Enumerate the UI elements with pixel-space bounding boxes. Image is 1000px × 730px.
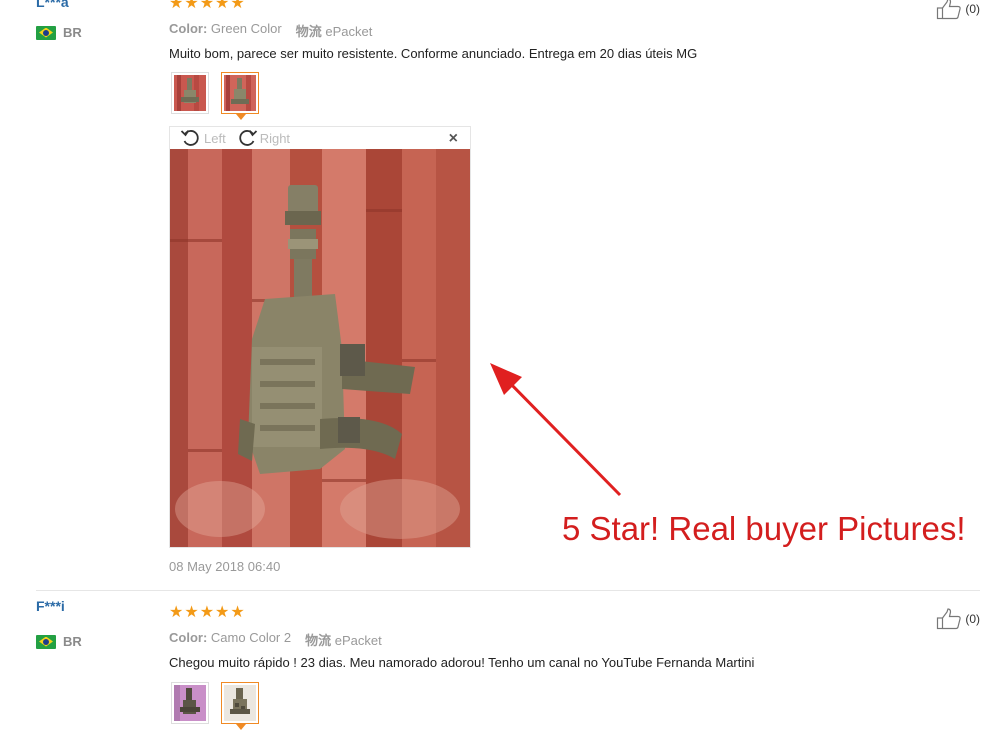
- close-viewer-button[interactable]: ×: [449, 130, 458, 148]
- star-icon: ★: [215, 604, 230, 621]
- rotate-left-label: Left: [204, 130, 226, 146]
- holster-photo-thumb: [174, 75, 206, 111]
- shipping-value: ePacket: [325, 24, 373, 39]
- reviewer-country: BR: [36, 25, 82, 40]
- star-icon: ★: [199, 0, 215, 12]
- photo-viewer: Left Right ×: [169, 126, 471, 548]
- rotate-left-button[interactable]: Left: [180, 128, 226, 148]
- reviewer-name[interactable]: L***a: [36, 0, 69, 10]
- reviewer-name[interactable]: F***i: [36, 598, 65, 614]
- red-arrow-annotation: [490, 363, 622, 497]
- shipping-label: 物流: [295, 24, 322, 39]
- reviewer-country: BR: [36, 634, 82, 649]
- review-comment: Chegou muito rápido ! 23 dias. Meu namor…: [169, 655, 755, 670]
- review-meta: Color: Camo Color 2 物流 ePacket: [169, 630, 382, 649]
- review-meta: Color: Green Color 物流 ePacket: [169, 21, 372, 40]
- helpful-count: (0): [965, 2, 980, 16]
- rotate-right-icon: [239, 130, 257, 146]
- star-icon: ★: [184, 0, 199, 12]
- holster-photo-thumb: [224, 685, 256, 721]
- shipping-value: ePacket: [334, 633, 382, 648]
- rotate-right-label: Right: [259, 130, 291, 146]
- star-rating: ★ ★ ★ ★ ★: [169, 605, 245, 621]
- helpful-count: (0): [965, 612, 980, 626]
- thumbs-up-icon: [937, 608, 962, 630]
- brazil-flag-icon: [36, 25, 56, 40]
- photo-thumbnail[interactable]: [171, 72, 209, 114]
- promo-annotation-text: 5 Star! Real buyer Pictures!: [562, 510, 966, 547]
- thumbs-up-icon: [937, 0, 962, 20]
- rotate-right-button[interactable]: Right: [236, 128, 290, 148]
- country-code: BR: [63, 634, 82, 649]
- country-code: BR: [63, 25, 82, 40]
- holster-photo-thumb: [224, 75, 256, 111]
- star-icon: ★: [199, 604, 215, 621]
- review-photo-thumbnails: [171, 72, 259, 120]
- photo-thumbnail-active[interactable]: [221, 682, 259, 730]
- star-icon: ★: [169, 604, 184, 621]
- holster-photo-thumb: [174, 685, 206, 721]
- color-label: Color:: [169, 21, 208, 36]
- helpful-button[interactable]: (0): [936, 0, 980, 20]
- shipping-label: 物流: [305, 633, 332, 648]
- star-icon: ★: [184, 604, 199, 621]
- review-photo-large: [170, 149, 470, 547]
- color-value: Camo Color 2: [210, 630, 292, 645]
- review-comment: Muito bom, parece ser muito resistente. …: [169, 46, 698, 61]
- color-label: Color:: [169, 630, 208, 645]
- color-value: Green Color: [210, 21, 282, 36]
- helpful-button[interactable]: (0): [936, 608, 980, 630]
- star-icon: ★: [169, 0, 184, 12]
- star-icon: ★: [230, 0, 245, 12]
- rotate-left-icon: [180, 130, 199, 146]
- photo-thumbnail[interactable]: [171, 682, 209, 724]
- photo-viewer-toolbar: Left Right ×: [170, 127, 470, 149]
- photo-thumbnail-active[interactable]: [221, 72, 259, 120]
- star-icon: ★: [215, 0, 230, 12]
- review-photo-thumbnails: [171, 682, 259, 730]
- review-date: 08 May 2018 06:40: [169, 559, 281, 574]
- brazil-flag-icon: [36, 634, 56, 649]
- star-icon: ★: [230, 604, 245, 621]
- review-divider: [36, 590, 980, 591]
- star-rating: ★ ★ ★ ★ ★: [169, 0, 245, 12]
